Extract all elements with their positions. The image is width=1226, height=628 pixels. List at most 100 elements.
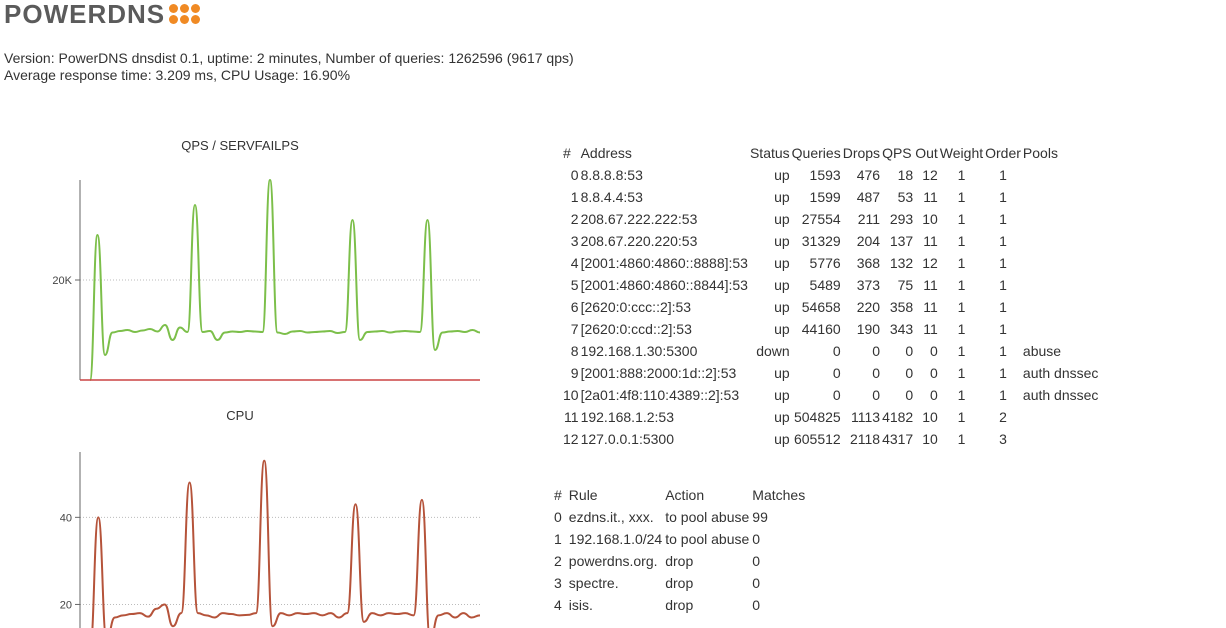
servers-cell: 8.8.8.8:53 xyxy=(580,167,643,183)
servers-cell xyxy=(1022,428,1100,450)
servers-cell: 1 xyxy=(999,277,1007,293)
servers-cell: auth dnssec xyxy=(1022,365,1099,381)
servers-cell: 0 xyxy=(832,343,841,359)
info-line-performance: Average response time: 3.209 ms, CPU Usa… xyxy=(4,67,351,83)
servers-cell: 0 xyxy=(570,167,579,183)
servers-cell: 0 xyxy=(930,387,938,403)
servers-cell: 358 xyxy=(889,299,914,315)
servers-cell: 1 xyxy=(957,387,966,403)
servers-cell: 4317 xyxy=(882,431,914,447)
servers-table: # Address Status Queries Drops QPS Out Weight Or… xyxy=(562,142,1099,450)
servers-header-9: Pools xyxy=(1022,145,1058,161)
servers-header-3: Queries xyxy=(791,145,841,161)
servers-cell: 137 xyxy=(889,233,914,249)
servers-cell xyxy=(1022,164,1100,186)
servers-cell: 1 xyxy=(999,365,1007,381)
servers-cell: 476 xyxy=(856,167,881,183)
servers-cell: 18 xyxy=(897,167,914,183)
servers-cell: 1 xyxy=(999,343,1007,359)
table-row: 0 ezdns.it., xxx. to pool abuse 99 xyxy=(553,506,811,528)
y-tick-label: 20 xyxy=(60,599,72,611)
servers-cell: 3 xyxy=(999,431,1007,447)
table-row: 9 [2001:888:2000:1d::2]:53 up 0 0 0 0 1 1 auth dn… xyxy=(562,362,1099,384)
servers-cell: [2a01:4f8:110:4389::2]:53 xyxy=(580,387,740,403)
rules-cell: 0 xyxy=(554,509,562,525)
cpu-chart: 40 20 xyxy=(60,452,481,628)
servers-cell: 8 xyxy=(570,343,579,359)
rules-cell: drop xyxy=(665,575,694,591)
servers-cell xyxy=(1022,274,1100,296)
powerdns-logo: POWERDNS xyxy=(4,0,201,29)
servers-cell: 1 xyxy=(999,321,1007,337)
servers-cell: 44160 xyxy=(801,321,841,337)
table-row: 5 [2001:4860:4860::8844]:53 up 5489 373 75 11 1… xyxy=(562,274,1099,296)
servers-cell: 190 xyxy=(856,321,881,337)
rules-cell: drop xyxy=(665,597,694,613)
servers-cell: 1 xyxy=(999,189,1007,205)
servers-cell: 11 xyxy=(923,321,938,337)
servers-cell: 4182 xyxy=(882,409,914,425)
servers-cell: 1 xyxy=(957,365,966,381)
rules-cell: 0 xyxy=(752,553,761,569)
rules-cell: ezdns.it., xxx. xyxy=(568,509,654,525)
servers-cell xyxy=(1022,230,1100,252)
table-row: 3 spectre. drop 0 xyxy=(553,572,811,594)
rules-cell: 99 xyxy=(752,509,768,525)
servers-cell: 0 xyxy=(905,365,914,381)
servers-header-0: # xyxy=(563,145,571,161)
servers-cell: 10 xyxy=(922,211,938,227)
rules-cell: 192.168.1.0/24 xyxy=(568,531,663,547)
servers-header-6: Out xyxy=(915,145,938,161)
rules-header-2: Action xyxy=(665,487,705,503)
logo-text: POWERDNS xyxy=(4,0,166,29)
table-row: 4 [2001:4860:4860::8888]:53 up 5776 368 132 12… xyxy=(562,252,1099,274)
servers-cell xyxy=(1022,318,1100,340)
servers-cell xyxy=(1022,406,1100,428)
y-tick-label: 20K xyxy=(52,275,72,287)
servers-cell: up xyxy=(774,167,790,183)
servers-cell: 11 xyxy=(923,277,938,293)
servers-cell: [2620:0:ccd::2]:53 xyxy=(580,321,692,337)
table-row: 0 8.8.8.8:53 up 1593 476 18 12 1 1 xyxy=(562,164,1099,186)
servers-cell xyxy=(1022,208,1100,230)
status-info: Version: PowerDNS dnsdist 0.1, uptime: 2… xyxy=(4,50,574,84)
servers-cell: up xyxy=(774,211,790,227)
servers-cell: 220 xyxy=(856,299,881,315)
servers-cell: up xyxy=(774,299,790,315)
servers-cell xyxy=(1022,252,1100,274)
rules-cell: isis. xyxy=(568,597,593,613)
servers-cell: [2001:4860:4860::8844]:53 xyxy=(580,277,748,293)
rules-header-row: # Rule Action Matches xyxy=(553,484,811,506)
servers-cell: 5776 xyxy=(809,255,841,271)
rules-table: # Rule Action Matches 0 ezdns.it., xxx. to po… xyxy=(553,484,811,616)
servers-cell: up xyxy=(774,387,790,403)
servers-cell xyxy=(1022,296,1100,318)
servers-cell: 192.168.1.30:5300 xyxy=(580,343,698,359)
servers-cell: [2620:0:ccc::2]:53 xyxy=(580,299,692,315)
servers-cell: 1 xyxy=(957,211,966,227)
servers-cell: 31329 xyxy=(801,233,841,249)
servers-cell: 208.67.220.220:53 xyxy=(580,233,698,249)
table-row: 11 192.168.1.2:53 up 504825 1113 4182 10 1 2 xyxy=(562,406,1099,428)
servers-cell: 2 xyxy=(570,211,579,227)
servers-cell: 1 xyxy=(957,431,966,447)
servers-cell: 2 xyxy=(999,409,1007,425)
table-row: 12 127.0.0.1:5300 up 605512 2118 4317 10 1 3 xyxy=(562,428,1099,450)
rules-cell: 0 xyxy=(752,531,761,547)
servers-cell: 293 xyxy=(889,211,914,227)
servers-cell: up xyxy=(774,431,790,447)
servers-cell: 27554 xyxy=(801,211,841,227)
servers-cell: up xyxy=(774,277,790,293)
servers-cell: 1 xyxy=(999,299,1007,315)
servers-cell: 12 xyxy=(563,431,579,447)
servers-cell: 1 xyxy=(570,189,579,205)
servers-cell: 208.67.222.222:53 xyxy=(580,211,698,227)
servers-cell: 373 xyxy=(856,277,881,293)
table-row: 10 [2a01:4f8:110:4389::2]:53 up 0 0 0 0 1 1 auth … xyxy=(562,384,1099,406)
servers-header-5: QPS xyxy=(882,145,912,161)
rules-cell: powerdns.org. xyxy=(568,553,658,569)
servers-cell: 5 xyxy=(570,277,579,293)
servers-cell: 7 xyxy=(570,321,579,337)
servers-cell: [2001:888:2000:1d::2]:53 xyxy=(580,365,737,381)
servers-cell: 1 xyxy=(957,299,966,315)
